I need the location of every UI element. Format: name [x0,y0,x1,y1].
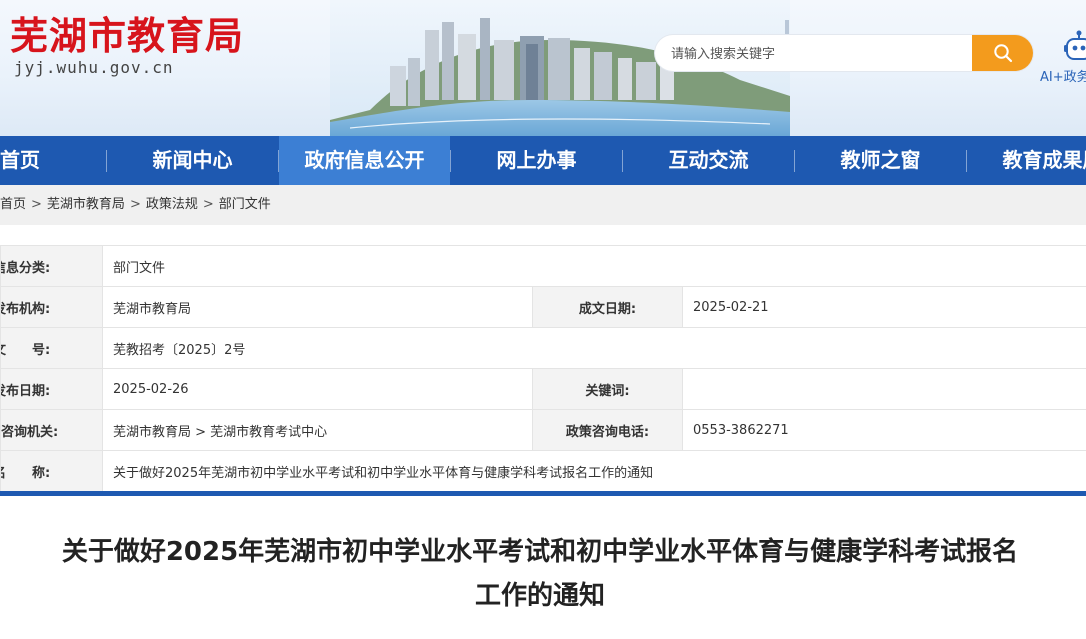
breadcrumb: 首页 > 芜湖市教育局 > 政策法规 > 部门文件 [0,185,1086,225]
nav-item-news[interactable]: 新闻中心 [107,136,278,185]
breadcrumb-separator: > [31,197,42,212]
doc-name-value: 关于做好2025年芜湖市初中学业水平考试和初中学业水平体育与健康学科考试报名工作… [101,450,1086,492]
keywords-label: 关键词: [532,368,683,410]
consult-org-value: 芜湖市教育局 > 芜湖市教育考试中心 [102,409,533,451]
doc-name-label: 名 称: [0,450,103,492]
doc-number-value: 芜教招考〔2025〕2号 [101,327,1086,369]
article-title: 关于做好2025年芜湖市初中学业水平考试和初中学业水平体育与健康学科考试报名 工… [0,530,1086,618]
search-input[interactable] [669,41,973,67]
search-button[interactable] [972,35,1033,71]
table-bottom-rule [0,491,1086,496]
info-row: 发布日期: 2025-02-26 关键词: [0,368,1086,410]
info-row: 信息分类: 部门文件 [0,245,1086,287]
info-row: 发布机构: 芜湖市教育局 成文日期: 2025-02-21 [0,286,1086,328]
written-date-value: 2025-02-21 [681,286,1086,328]
nav-item-gov-info[interactable]: 政府信息公开 [279,136,450,185]
robot-icon [1064,30,1086,66]
publish-date-value: 2025-02-26 [102,368,533,410]
breadcrumb-link-dept-docs[interactable]: 部门文件 [219,197,271,212]
main-nav: 首页 新闻中心 政府信息公开 网上办事 互动交流 教师之窗 教育成果展 [0,136,1086,185]
nav-item-home[interactable]: 首页 [0,136,106,185]
site-domain: jyj.wuhu.gov.cn [14,58,174,77]
nav-item-interaction[interactable]: 互动交流 [623,136,794,185]
category-value: 部门文件 [101,245,1086,287]
breadcrumb-link-home[interactable]: 首页 [0,197,26,212]
info-row: 名 称: 关于做好2025年芜湖市初中学业水平考试和初中学业水平体育与健康学科考… [0,450,1086,492]
nav-item-teachers[interactable]: 教师之窗 [795,136,966,185]
publisher-value: 芜湖市教育局 [102,286,533,328]
consult-org-label: 政策咨询机关: [0,409,103,451]
nav-item-achievements[interactable]: 教育成果展 [967,136,1086,185]
breadcrumb-link-bureau[interactable]: 芜湖市教育局 [47,197,125,212]
site-logo-text[interactable]: 芜湖市教育局 [10,12,244,60]
document-info-table: 信息分类: 部门文件 发布机构: 芜湖市教育局 成文日期: 2025-02-21… [0,245,1086,492]
consult-phone-label: 政策咨询电话: [532,409,683,451]
ai-assistant-entry[interactable]: AI+政务 [1040,30,1086,86]
breadcrumb-separator: > [129,197,141,212]
ai-label: AI+政务 [1040,70,1086,85]
keywords-value [681,368,1086,410]
nav-item-online-service[interactable]: 网上办事 [451,136,622,185]
article-title-line-1: 关于做好2025年芜湖市初中学业水平考试和初中学业水平体育与健康学科考试报名 [61,537,1019,567]
info-row: 政策咨询机关: 芜湖市教育局 > 芜湖市教育考试中心 政策咨询电话: 0553-… [0,409,1086,451]
consult-phone-value: 0553-3862271 [681,409,1086,451]
breadcrumb-link-policy[interactable]: 政策法规 [146,197,198,212]
info-row: 文 号: 芜教招考〔2025〕2号 [0,327,1086,369]
publish-date-label: 发布日期: [0,368,103,410]
site-header: 芜湖市教育局 jyj.wuhu.gov.cn 请输入搜索关键字 AI+政务 [0,0,1086,136]
doc-number-label: 文 号: [0,327,103,369]
search-box [655,35,1033,71]
category-label: 信息分类: [0,245,103,287]
breadcrumb-separator: > [202,197,214,212]
article-title-line-2: 工作的通知 [474,581,605,611]
publisher-label: 发布机构: [0,286,103,328]
search-icon [993,43,1013,63]
written-date-label: 成文日期: [532,286,683,328]
